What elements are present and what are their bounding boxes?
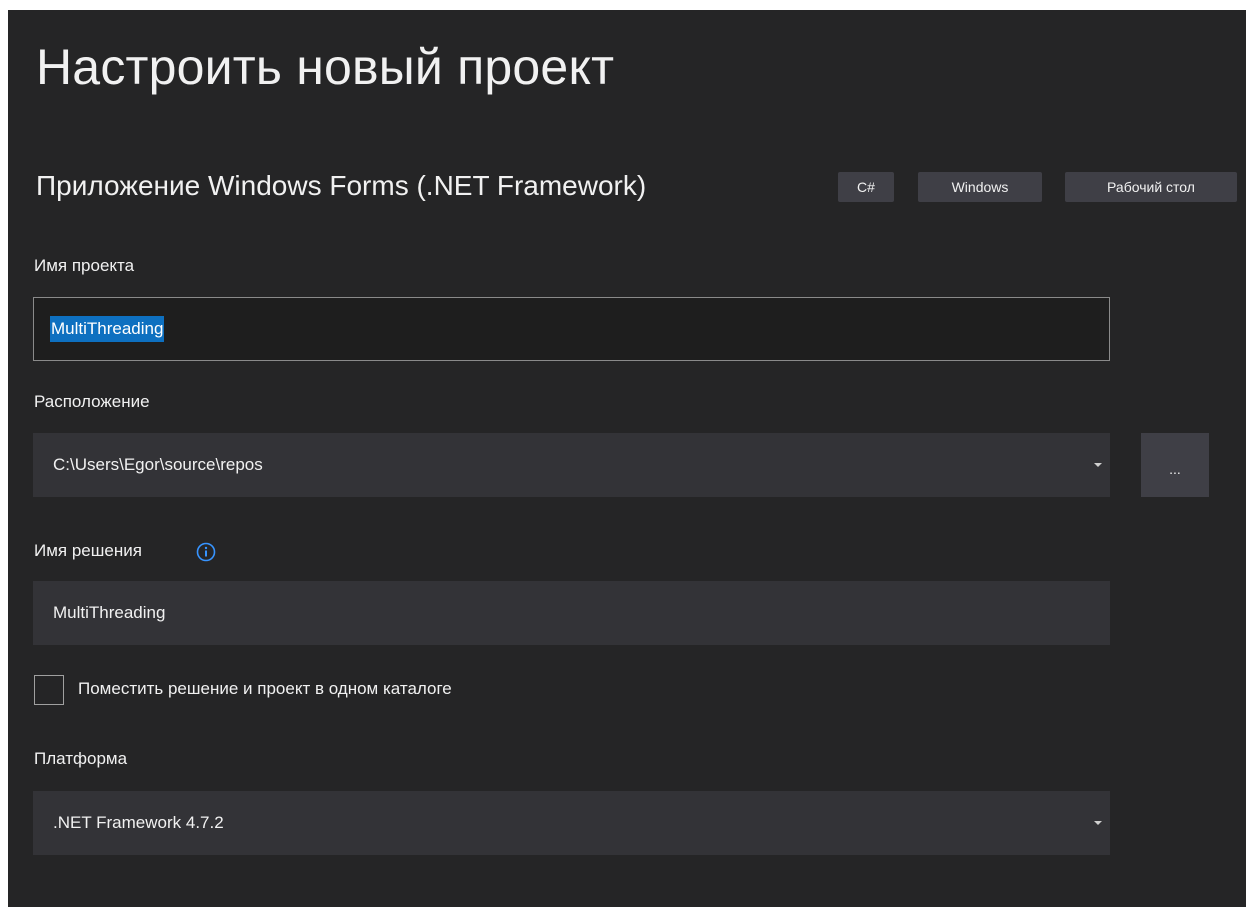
project-name-value: MultiThreading <box>50 316 165 342</box>
chevron-down-icon[interactable] <box>1094 821 1102 825</box>
configure-project-panel: Настроить новый проект Приложение Window… <box>8 10 1246 907</box>
solution-name-value: MultiThreading <box>53 603 166 622</box>
platform-value: .NET Framework 4.7.2 <box>53 813 224 832</box>
chevron-down-icon[interactable] <box>1094 463 1102 467</box>
info-icon[interactable] <box>196 542 216 562</box>
tag-platform: Windows <box>918 172 1042 202</box>
template-name: Приложение Windows Forms (.NET Framework… <box>36 170 647 201</box>
location-combobox[interactable]: C:\Users\Egor\source\repos <box>33 433 1110 497</box>
same-directory-label[interactable]: Поместить решение и проект в одном катал… <box>78 679 452 699</box>
tag-project-type: Рабочий стол <box>1065 172 1237 202</box>
location-label: Расположение <box>34 392 150 411</box>
location-value: C:\Users\Egor\source\repos <box>53 455 263 474</box>
project-name-label: Имя проекта <box>34 256 135 275</box>
browse-location-button[interactable]: ... <box>1141 433 1209 497</box>
solution-name-input[interactable]: MultiThreading <box>33 581 1110 645</box>
platform-label: Платформа <box>34 749 128 768</box>
project-name-input[interactable]: MultiThreading <box>33 297 1110 361</box>
same-directory-checkbox[interactable] <box>34 675 64 705</box>
page-title: Настроить новый проект <box>36 39 615 95</box>
solution-name-label: Имя решения <box>34 541 142 560</box>
tag-language: C# <box>838 172 894 202</box>
platform-combobox[interactable]: .NET Framework 4.7.2 <box>33 791 1110 855</box>
